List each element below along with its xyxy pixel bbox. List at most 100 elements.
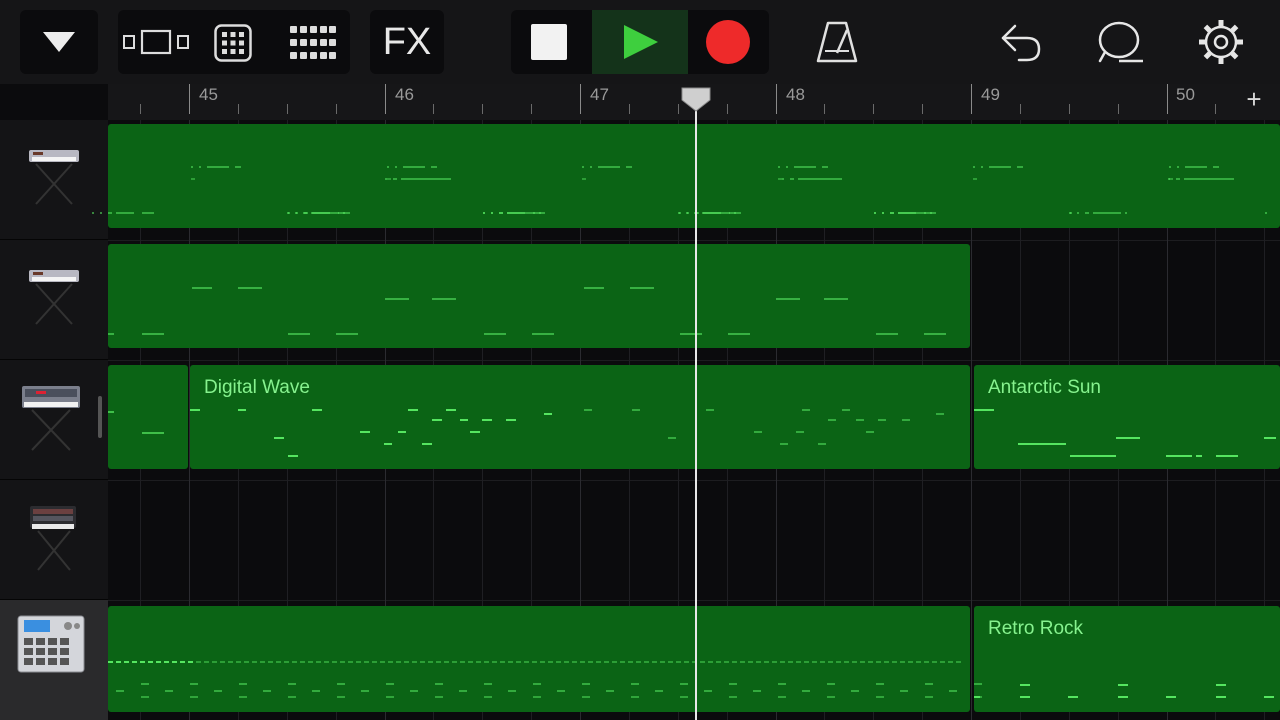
- ruler-tick: [775, 84, 777, 114]
- add-section-button[interactable]: +: [1240, 84, 1268, 114]
- midi-note: [827, 683, 835, 685]
- midi-note: [989, 166, 1011, 168]
- grid-line: [1215, 240, 1217, 360]
- midi-note: [772, 661, 777, 663]
- midi-note: [156, 661, 161, 663]
- midi-note: [412, 661, 417, 663]
- midi-note: [1068, 696, 1078, 698]
- midi-note: [386, 696, 394, 698]
- midi-note: [428, 661, 433, 663]
- drum-machine-icon: [17, 615, 85, 673]
- grid-line: [1019, 480, 1021, 600]
- midi-note: [1166, 455, 1192, 457]
- play-button[interactable]: [592, 10, 688, 74]
- midi-note: [924, 212, 936, 214]
- grid-line: [1117, 480, 1119, 600]
- midi-note: [902, 419, 910, 421]
- track-lane[interactable]: Digital Wave Antarctic Sun: [108, 360, 1280, 481]
- midi-note: [506, 419, 516, 421]
- stop-icon: [531, 24, 567, 60]
- midi-note: [483, 212, 485, 214]
- region[interactable]: [108, 365, 188, 469]
- metronome-icon[interactable]: [816, 20, 858, 64]
- track-header-selected[interactable]: [0, 600, 108, 720]
- midi-note: [900, 690, 908, 692]
- bar-number: 49: [981, 85, 1000, 104]
- midi-note: [936, 413, 944, 415]
- midi-note: [796, 661, 801, 663]
- settings-gear-icon[interactable]: [1196, 17, 1246, 67]
- midi-note: [292, 661, 297, 663]
- playhead-handle-icon[interactable]: [680, 86, 712, 112]
- midi-note: [337, 683, 345, 685]
- midi-note: [340, 661, 345, 663]
- fx-button[interactable]: FX: [370, 10, 444, 74]
- midi-note: [236, 661, 241, 663]
- track-lane[interactable]: Retro Rock: [108, 600, 1280, 720]
- midi-note: [868, 661, 873, 663]
- midi-note: [844, 661, 849, 663]
- midi-note: [142, 333, 164, 335]
- track-lane[interactable]: [108, 120, 1280, 241]
- live-loops-grid-icon[interactable]: [290, 26, 336, 60]
- track-header[interactable]: [0, 120, 108, 240]
- midi-note: [680, 333, 702, 335]
- grid-line: [1264, 240, 1266, 360]
- midi-note: [590, 166, 592, 168]
- region-digital-wave[interactable]: Digital Wave: [190, 365, 970, 469]
- track-header[interactable]: [0, 480, 108, 600]
- midi-note: [729, 696, 737, 698]
- tracks-menu-button[interactable]: [20, 10, 98, 74]
- grid-pad-icon[interactable]: [214, 24, 252, 62]
- grid-line: [1019, 240, 1021, 360]
- midi-note: [508, 661, 513, 663]
- ruler-tick: [1019, 104, 1021, 114]
- bar-number: 48: [786, 85, 805, 104]
- midi-note: [404, 661, 409, 663]
- track-lane[interactable]: [108, 240, 1280, 361]
- midi-note: [385, 178, 387, 180]
- midi-note: [582, 166, 584, 168]
- tracks-view-icon[interactable]: [122, 28, 190, 56]
- midi-note: [1093, 212, 1121, 214]
- undo-icon[interactable]: [999, 22, 1043, 62]
- ruler-tick: [824, 104, 826, 114]
- midi-note: [316, 661, 321, 663]
- midi-note: [196, 661, 201, 663]
- grid-line: [922, 480, 924, 600]
- grid-line: [433, 480, 435, 600]
- midi-note: [410, 690, 418, 692]
- midi-note: [141, 683, 149, 685]
- midi-note: [777, 178, 782, 180]
- midi-note: [140, 661, 145, 663]
- midi-note: [287, 212, 290, 214]
- midi-note: [776, 298, 800, 300]
- midi-note: [393, 178, 397, 180]
- midi-note: [92, 212, 94, 214]
- ruler-tick: [726, 104, 728, 114]
- midi-note: [620, 661, 625, 663]
- midi-note: [235, 166, 241, 168]
- record-button[interactable]: [689, 10, 769, 74]
- grid-line: [384, 480, 386, 600]
- track-header[interactable]: [0, 240, 108, 360]
- loop-browser-icon[interactable]: [1097, 20, 1145, 64]
- midi-note: [268, 661, 273, 663]
- play-icon: [624, 25, 658, 59]
- midi-note: [336, 333, 358, 335]
- midi-note: [284, 661, 289, 663]
- midi-note: [925, 683, 933, 685]
- midi-note: [432, 298, 456, 300]
- bar-number: 45: [199, 85, 218, 104]
- track-header[interactable]: [0, 360, 108, 480]
- grid-line: [1068, 240, 1070, 360]
- track-scroll-indicator[interactable]: [98, 396, 102, 438]
- midi-note: [626, 166, 632, 168]
- grid-line: [873, 480, 875, 600]
- grid-line: [286, 480, 288, 600]
- midi-note: [484, 683, 492, 685]
- stop-button[interactable]: [511, 10, 591, 74]
- track-lane[interactable]: [108, 480, 1280, 601]
- region-antarctic-sun[interactable]: Antarctic Sun: [974, 365, 1280, 469]
- playhead[interactable]: [695, 100, 697, 720]
